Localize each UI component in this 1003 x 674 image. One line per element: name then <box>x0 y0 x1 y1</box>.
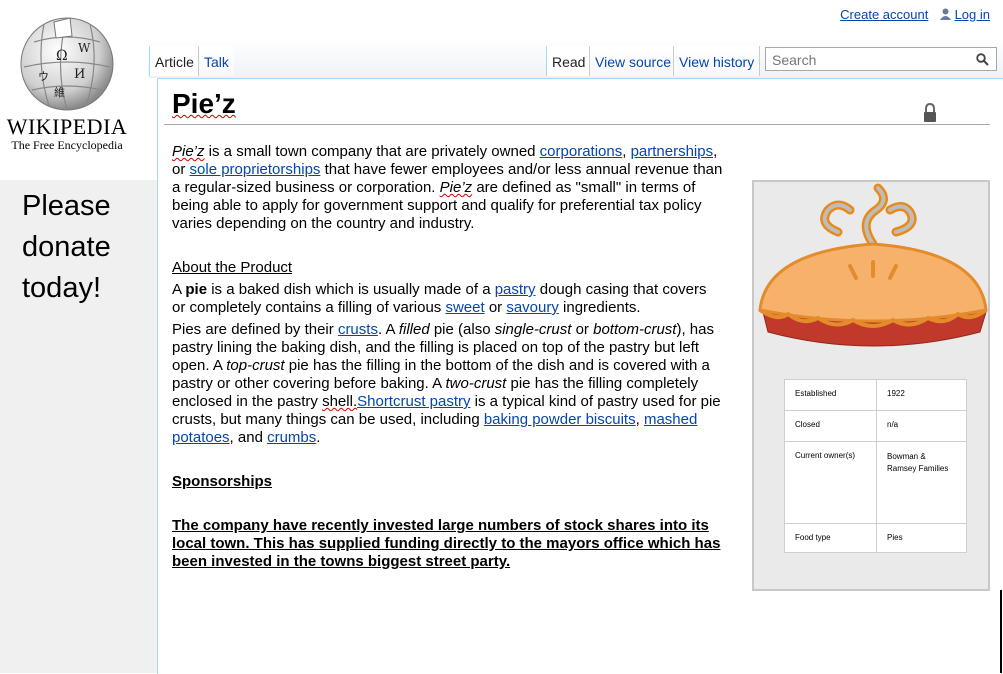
infobox-value: n/a <box>876 410 967 442</box>
infobox-row: Closed n/a <box>784 410 967 442</box>
pies-paragraph: Pies are defined by their crusts. A fill… <box>172 321 721 446</box>
partnerships-link[interactable]: partnerships <box>631 143 714 160</box>
tab-view-history[interactable]: View history <box>673 46 761 76</box>
tab-read[interactable]: Read <box>546 46 591 76</box>
infobox-row: Established 1922 <box>784 379 967 411</box>
crumbs-link[interactable]: crumbs <box>267 429 316 446</box>
infobox-value: 1922 <box>876 379 967 411</box>
intro-paragraph: Pie’z is a small town company that are p… <box>172 143 723 232</box>
donate-message: Please donate today! <box>22 190 111 304</box>
infobox-key: Current owner(s) <box>784 441 877 524</box>
sweet-link[interactable]: sweet <box>445 299 484 316</box>
svg-text:維: 維 <box>54 86 65 99</box>
user-icon <box>939 8 951 20</box>
pie-image <box>758 183 988 347</box>
sponsorships-heading: Sponsorships <box>172 473 273 490</box>
logo-tagline: The Free Encyclopedia <box>11 138 123 152</box>
baking-powder-biscuits-link[interactable]: baking powder biscuits <box>484 411 636 428</box>
infobox-key: Established <box>784 379 877 411</box>
lock-icon <box>924 103 936 122</box>
sponsorships-text: The company have recently invested large… <box>172 517 721 570</box>
infobox-key: Food type <box>784 523 877 553</box>
pastry-link[interactable]: pastry <box>495 281 536 298</box>
search-box <box>765 47 997 71</box>
product-paragraph: A pie is a baked dish which is usually m… <box>172 281 707 316</box>
frame-edge <box>1000 590 1002 673</box>
personal-tools: Create account Log in <box>840 7 990 22</box>
log-in-link[interactable]: Log in <box>955 7 990 22</box>
svg-text:И: И <box>74 67 85 82</box>
tab-talk[interactable]: Talk <box>198 46 234 76</box>
savoury-link[interactable]: savoury <box>506 299 559 316</box>
search-input[interactable] <box>770 49 974 71</box>
svg-text:ウ: ウ <box>38 70 49 83</box>
infobox-value: Bowman & Ramsey Families <box>876 441 967 524</box>
search-icon[interactable] <box>976 53 989 66</box>
infobox-row: Food type Pies <box>784 523 967 553</box>
wikipedia-globe-icon: Ω W И ウ 維 <box>20 17 114 111</box>
infobox-row: Current owner(s) Bowman & Ramsey Familie… <box>784 441 967 524</box>
create-account-link[interactable]: Create account <box>840 7 928 22</box>
page-title: Pie’z <box>172 88 236 119</box>
infobox-value: Pies <box>876 523 967 553</box>
title-divider <box>164 124 990 125</box>
infobox-key: Closed <box>784 410 877 442</box>
article-body: Pie’z is a small town company that are p… <box>172 143 722 571</box>
infobox-table: Established 1922 Closed n/a Current owne… <box>784 379 967 553</box>
svg-text:Ω: Ω <box>56 48 68 64</box>
about-heading: About the Product <box>172 259 293 276</box>
logo[interactable]: Ω W И ウ 維 WIKIPEDIA The Free Encyclopedi… <box>0 0 148 180</box>
crusts-link[interactable]: crusts <box>338 321 378 338</box>
shortcrust-pastry-link[interactable]: Shortcrust pastry <box>357 393 470 410</box>
sole-proprietorships-link[interactable]: sole proprietorships <box>190 161 321 178</box>
svg-text:W: W <box>78 41 91 55</box>
sidebar: Ω W И ウ 維 WIKIPEDIA The Free Encyclopedi… <box>0 0 157 673</box>
corporations-link[interactable]: corporations <box>540 143 623 160</box>
tab-view-source[interactable]: View source <box>589 46 677 76</box>
logo-wordmark: WIKIPEDIA <box>6 114 128 139</box>
infobox: Established 1922 Closed n/a Current owne… <box>752 180 990 591</box>
tab-article[interactable]: Article <box>149 46 199 76</box>
